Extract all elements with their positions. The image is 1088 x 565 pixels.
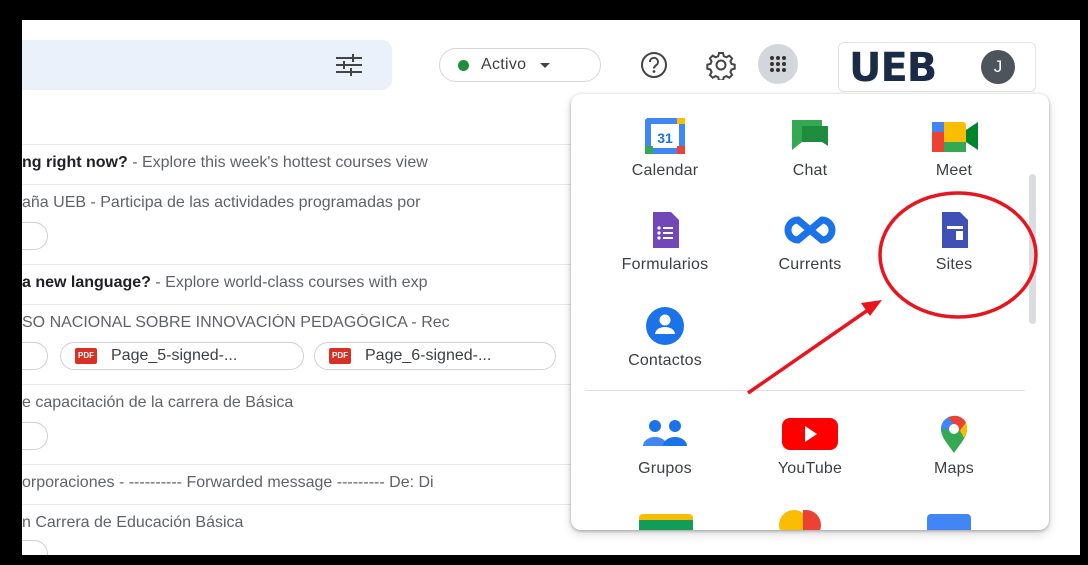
- calendar-icon: 31: [645, 118, 685, 154]
- attachment-name: Page_5-signed-...: [111, 347, 238, 364]
- attachment-chip[interactable]: [22, 422, 48, 450]
- app-label: Grupos: [638, 460, 692, 477]
- app-youtube[interactable]: YouTube: [745, 414, 875, 478]
- row-divider: [22, 184, 582, 185]
- email-subject: ng right now?: [22, 154, 128, 171]
- currents-icon: [784, 216, 836, 244]
- launcher-divider: [585, 390, 1025, 391]
- email-snippet: n Carrera de Educación Básica: [22, 514, 244, 531]
- email-row[interactable]: aña UEB - Participa de las actividades p…: [22, 194, 582, 212]
- help-icon[interactable]: [639, 50, 669, 80]
- status-dropdown[interactable]: Activo: [439, 48, 601, 82]
- row-divider: [22, 144, 582, 145]
- row-divider: [22, 504, 582, 505]
- avatar: J: [981, 50, 1015, 84]
- app-sites[interactable]: Sites: [889, 210, 1019, 274]
- account-button[interactable]: UEB J: [838, 42, 1036, 92]
- attachment-chip[interactable]: PDF Page_5-signed-...: [60, 342, 304, 370]
- status-label: Activo: [481, 56, 527, 73]
- email-row[interactable]: a new language? - Explore world-class co…: [22, 274, 582, 292]
- apps-grid-icon: [770, 56, 786, 72]
- gmail-window: Activo UEB J ng right now? - Explore thi…: [22, 20, 1080, 555]
- email-snippet: orporaciones - ---------- Forwarded mess…: [22, 474, 434, 491]
- email-snippet: - Explore world-class courses with exp: [150, 274, 428, 291]
- attachment-chip[interactable]: [22, 540, 48, 555]
- app-launcher-panel: 31 Calendar Chat Meet Formularios Curren…: [571, 94, 1049, 530]
- app-calendar[interactable]: 31 Calendar: [600, 116, 730, 180]
- partial-app-icon[interactable]: [803, 510, 821, 530]
- app-currents[interactable]: Currents: [745, 210, 875, 274]
- email-row[interactable]: ng right now? - Explore this week's hott…: [22, 154, 582, 172]
- email-row[interactable]: orporaciones - ---------- Forwarded mess…: [22, 474, 582, 492]
- row-divider: [22, 384, 582, 385]
- email-snippet: - Explore this week's hottest courses vi…: [127, 154, 428, 171]
- app-label: Maps: [934, 460, 974, 477]
- youtube-icon: [782, 418, 838, 450]
- active-status-dot: [458, 59, 469, 71]
- email-snippet: SO NACIONAL SOBRE INNOVACIÓN PEDAGÓGICA …: [22, 314, 450, 331]
- app-chat[interactable]: Chat: [745, 116, 875, 180]
- app-label: Currents: [778, 256, 842, 273]
- app-label: Sites: [935, 256, 973, 273]
- app-label: Chat: [792, 162, 828, 179]
- row-divider: [22, 464, 582, 465]
- app-groups[interactable]: Grupos: [600, 414, 730, 478]
- email-row[interactable]: n Carrera de Educación Básica: [22, 514, 582, 532]
- app-label: Meet: [935, 162, 973, 179]
- app-contacts[interactable]: Contactos: [600, 306, 730, 370]
- pdf-icon: PDF: [75, 348, 97, 364]
- attachment-chip[interactable]: PDF Page_6-signed-...: [314, 342, 556, 370]
- scrollbar[interactable]: [1029, 174, 1036, 324]
- app-forms[interactable]: Formularios: [600, 210, 730, 274]
- gear-icon[interactable]: [706, 50, 736, 80]
- app-maps[interactable]: Maps: [889, 414, 1019, 478]
- email-snippet: aña UEB - Participa de las actividades p…: [22, 194, 421, 211]
- email-subject: a new language?: [22, 274, 151, 291]
- pdf-icon: PDF: [329, 348, 351, 364]
- app-meet[interactable]: Meet: [889, 116, 1019, 180]
- email-row[interactable]: SO NACIONAL SOBRE INNOVACIÓN PEDAGÓGICA …: [22, 314, 582, 332]
- calendar-day: 31: [657, 130, 673, 146]
- attachment-name: Page_6-signed-...: [365, 347, 492, 364]
- email-snippet: e capacitación de la carrera de Básica: [22, 394, 294, 411]
- contacts-icon: [646, 307, 684, 345]
- screenshot-frame: Activo UEB J ng right now? - Explore thi…: [0, 0, 1088, 565]
- attachment-chip[interactable]: [22, 222, 48, 250]
- tune-icon[interactable]: [334, 54, 364, 76]
- chat-icon: [792, 120, 828, 150]
- attachment-chip[interactable]: [22, 342, 48, 370]
- maps-icon: [941, 415, 968, 453]
- app-label: Formularios: [621, 256, 709, 273]
- caret-down-icon: [540, 62, 551, 68]
- row-divider: [22, 264, 582, 265]
- app-label: Contactos: [628, 352, 702, 369]
- forms-icon: [653, 212, 679, 248]
- partial-app-icon[interactable]: [927, 514, 971, 530]
- app-label: YouTube: [777, 460, 843, 477]
- apps-grid-button[interactable]: [758, 44, 798, 84]
- app-label: Calendar: [631, 162, 699, 179]
- groups-icon: [643, 420, 687, 446]
- row-divider: [22, 304, 582, 305]
- partial-app-icon[interactable]: [639, 514, 693, 530]
- email-row[interactable]: e capacitación de la carrera de Básica: [22, 394, 582, 412]
- ueb-logo: UEB: [849, 45, 937, 91]
- meet-icon: [932, 122, 978, 152]
- sites-icon: [942, 212, 968, 248]
